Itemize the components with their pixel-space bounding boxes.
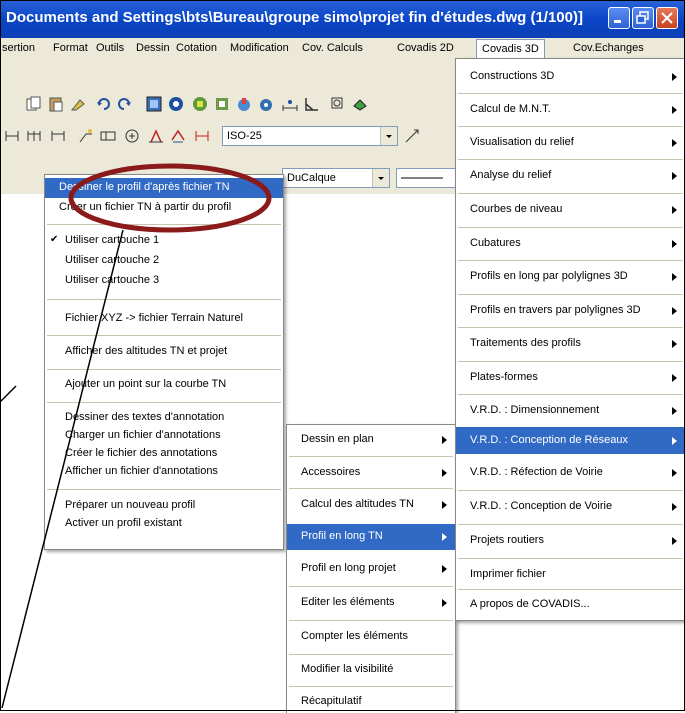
image-border [0,0,685,711]
highlight-ellipse [68,163,272,233]
annotation-overlay [0,0,685,711]
pointer-line [1,229,124,709]
pointer-tick [0,385,17,403]
